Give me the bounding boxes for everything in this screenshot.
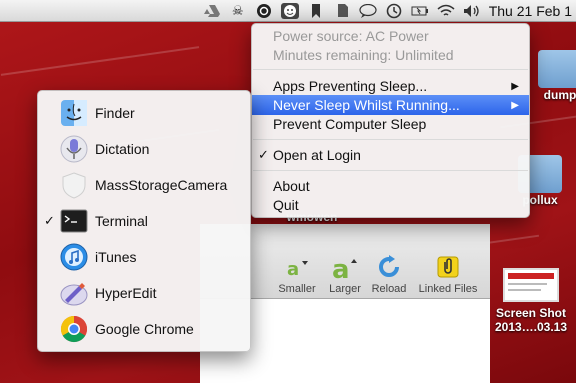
submenu-item-dictation[interactable]: Dictation	[38, 131, 250, 167]
menubar-clock[interactable]: Thu 21 Feb 1	[489, 3, 572, 19]
hyperedit-icon	[59, 278, 89, 308]
reload-button[interactable]: Reload	[368, 254, 410, 295]
quit-item[interactable]: Quit	[252, 195, 529, 215]
caffeine-icon[interactable]	[280, 2, 299, 19]
apps-preventing-sleep-label: Apps Preventing Sleep...	[273, 78, 428, 94]
folder-icon	[538, 50, 576, 88]
finder-icon	[59, 98, 89, 128]
power-source-text: Power source: AC Power	[273, 28, 429, 44]
time-machine-icon[interactable]	[385, 3, 403, 19]
menu-bar: ☠ Thu 21 Feb 1	[0, 0, 576, 22]
circle-app-icon[interactable]	[255, 3, 273, 19]
submenu-item-itunes[interactable]: iTunes	[38, 239, 250, 275]
text-smaller-icon: a	[283, 254, 311, 280]
volume-icon[interactable]	[463, 3, 481, 19]
never-sleep-label: Never Sleep Whilst Running...	[273, 97, 460, 113]
submenu-item-label: Finder	[95, 105, 135, 121]
smaller-label: Smaller	[278, 283, 316, 295]
power-source-item: Power source: AC Power	[252, 26, 529, 46]
desktop-icon-label: dump	[543, 88, 576, 102]
submenu-arrow-icon: ▶	[511, 80, 519, 92]
desktop-icon-label: Screen Shot	[495, 306, 567, 320]
chat-icon[interactable]	[359, 3, 377, 19]
larger-button[interactable]: a Larger	[325, 254, 365, 295]
terminal-icon	[59, 206, 89, 236]
skull-icon[interactable]: ☠	[229, 3, 247, 19]
submenu-item-label: HyperEdit	[95, 285, 157, 301]
running-apps-submenu: Finder Dictation MassStorageCamera ✓ Ter…	[37, 90, 251, 352]
screenshot-thumbnail-icon	[503, 268, 559, 302]
svg-text:a: a	[287, 259, 299, 279]
reload-icon	[375, 254, 403, 280]
checkmark-icon: ✓	[258, 147, 269, 162]
larger-label: Larger	[329, 283, 361, 295]
evernote-icon[interactable]	[333, 3, 351, 19]
submenu-item-terminal[interactable]: ✓ Terminal	[38, 203, 250, 239]
menu-separator	[253, 139, 528, 140]
desktop-icon-sublabel: 2013….03.13	[494, 320, 568, 334]
never-sleep-item[interactable]: Never Sleep Whilst Running... ▶	[252, 95, 529, 115]
about-item[interactable]: About	[252, 176, 529, 196]
submenu-item-label: MassStorageCamera	[95, 177, 228, 193]
menu-separator	[253, 170, 528, 171]
battery-icon[interactable]	[411, 3, 429, 19]
app-dropdown-menu: Power source: AC Power Minutes remaining…	[251, 23, 530, 218]
linked-files-icon	[434, 254, 462, 280]
submenu-item-label: Terminal	[95, 213, 148, 229]
minutes-remaining-item: Minutes remaining: Unlimited	[252, 45, 529, 65]
text-larger-icon: a	[331, 254, 359, 281]
open-at-login-label: Open at Login	[273, 147, 361, 163]
checkmark-icon: ✓	[44, 213, 55, 228]
desktop-icon-dump[interactable]: dump	[530, 50, 576, 102]
desktop-icon-screenshot[interactable]: Screen Shot 2013….03.13	[486, 268, 576, 334]
smaller-button[interactable]: a Smaller	[277, 254, 317, 295]
submenu-item-label: Dictation	[95, 141, 150, 157]
linked-files-button[interactable]: Linked Files	[414, 254, 482, 295]
open-at-login-item[interactable]: ✓ Open at Login	[252, 145, 529, 165]
prevent-computer-sleep-item[interactable]: Prevent Computer Sleep	[252, 114, 529, 134]
chrome-icon	[59, 314, 89, 344]
submenu-item-finder[interactable]: Finder	[38, 95, 250, 131]
svg-text:a: a	[332, 255, 350, 281]
drive-icon[interactable]	[203, 3, 221, 19]
linked-files-label: Linked Files	[418, 283, 478, 295]
submenu-item-hyperedit[interactable]: HyperEdit	[38, 275, 250, 311]
wifi-icon[interactable]	[437, 3, 455, 19]
submenu-arrow-icon: ▶	[511, 99, 519, 111]
submenu-item-label: iTunes	[95, 249, 137, 265]
quit-label: Quit	[273, 197, 299, 213]
submenu-item-google-chrome[interactable]: Google Chrome	[38, 311, 250, 347]
microphone-icon	[59, 134, 89, 164]
submenu-item-massstoragecamera[interactable]: MassStorageCamera	[38, 167, 250, 203]
about-label: About	[273, 178, 310, 194]
itunes-icon	[59, 242, 89, 272]
apps-preventing-sleep-item[interactable]: Apps Preventing Sleep... ▶	[252, 76, 529, 96]
submenu-item-label: Google Chrome	[95, 321, 194, 337]
menu-separator	[253, 69, 528, 70]
bookmark-icon[interactable]	[307, 3, 325, 19]
reload-label: Reload	[371, 283, 407, 295]
minutes-remaining-text: Minutes remaining: Unlimited	[273, 47, 454, 63]
prevent-computer-sleep-label: Prevent Computer Sleep	[273, 116, 427, 132]
shield-icon	[59, 170, 89, 200]
